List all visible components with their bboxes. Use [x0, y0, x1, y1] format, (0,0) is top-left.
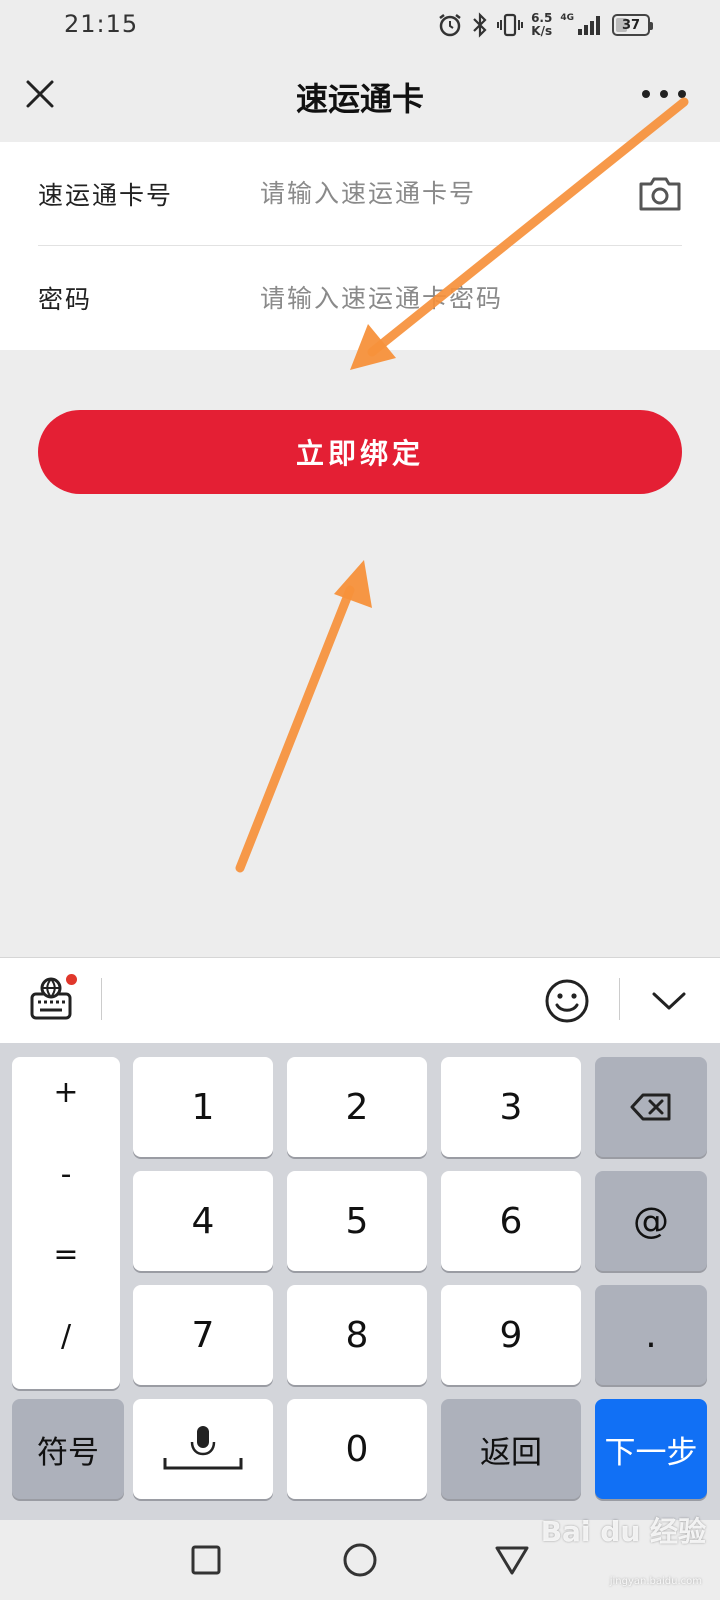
- key-equals[interactable]: =: [12, 1237, 120, 1272]
- card-number-input[interactable]: [260, 179, 628, 208]
- key-4[interactable]: 4: [133, 1171, 273, 1271]
- key-2[interactable]: 2: [287, 1057, 427, 1157]
- voice-input-key[interactable]: [133, 1399, 273, 1499]
- key-7[interactable]: 7: [133, 1285, 273, 1385]
- next-step-key[interactable]: 下一步: [595, 1399, 707, 1499]
- back-triangle-icon[interactable]: [494, 1544, 530, 1576]
- nav-bar: 速运通卡: [0, 52, 720, 142]
- key-6[interactable]: 6: [441, 1171, 581, 1271]
- key-at[interactable]: @: [595, 1171, 707, 1271]
- key-8[interactable]: 8: [287, 1285, 427, 1385]
- card-number-row: 速运通卡号: [38, 142, 682, 246]
- status-bar: 21:15 6.5 K/s 4G 37: [0, 0, 720, 52]
- status-time: 21:15: [64, 10, 139, 38]
- symbols-key[interactable]: 符号: [12, 1399, 124, 1499]
- bind-now-button[interactable]: 立即绑定: [38, 410, 682, 494]
- key-minus[interactable]: -: [12, 1157, 120, 1192]
- key-plus[interactable]: +: [12, 1075, 120, 1110]
- camera-scan-icon[interactable]: [638, 176, 682, 212]
- backspace-icon: [630, 1093, 671, 1121]
- alarm-icon: [437, 12, 463, 38]
- password-label: 密码: [38, 285, 93, 314]
- watermark-sub: jingyan.baidu.com: [609, 1576, 702, 1587]
- password-row: 密码: [38, 246, 682, 350]
- net-speed: 6.5 K/s: [531, 11, 553, 38]
- notification-dot: [66, 974, 77, 985]
- back-key[interactable]: 返回: [441, 1399, 581, 1499]
- key-9[interactable]: 9: [441, 1285, 581, 1385]
- chevron-down-icon[interactable]: [650, 986, 688, 1014]
- keyboard-toolbar: [0, 957, 720, 1043]
- key-5[interactable]: 5: [287, 1171, 427, 1271]
- page-title: 速运通卡: [295, 80, 424, 118]
- backspace-key[interactable]: [595, 1057, 707, 1157]
- recent-apps-icon[interactable]: [190, 1544, 222, 1576]
- key-1[interactable]: 1: [133, 1057, 273, 1157]
- annotation-arrow-bottom: [235, 560, 372, 873]
- key-dot[interactable]: .: [595, 1285, 707, 1385]
- vibrate-icon: [497, 12, 524, 38]
- bind-card-form: 速运通卡号 密码: [0, 142, 720, 350]
- emoji-icon[interactable]: [544, 978, 590, 1024]
- bluetooth-icon: [471, 12, 489, 38]
- key-slash[interactable]: /: [12, 1319, 120, 1354]
- card-number-label: 速运通卡号: [38, 180, 174, 210]
- watermark: Bai du 经验: [540, 1515, 706, 1548]
- password-input[interactable]: [260, 283, 682, 313]
- microphone-icon: [163, 1426, 243, 1470]
- key-0[interactable]: 0: [287, 1399, 427, 1499]
- symbol-column[interactable]: + - = /: [12, 1057, 120, 1389]
- battery-icon: 37: [612, 14, 653, 36]
- signal-icon: 4G: [560, 13, 604, 37]
- home-icon[interactable]: [342, 1542, 378, 1578]
- key-3[interactable]: 3: [441, 1057, 581, 1157]
- more-options-icon[interactable]: [642, 90, 686, 98]
- status-icons: 6.5 K/s 4G 37: [437, 8, 653, 42]
- numeric-keyboard: + - = / 1 2 3 4 5 6 @ 7 8 9 . 符号 0 返回 下一…: [0, 1043, 720, 1520]
